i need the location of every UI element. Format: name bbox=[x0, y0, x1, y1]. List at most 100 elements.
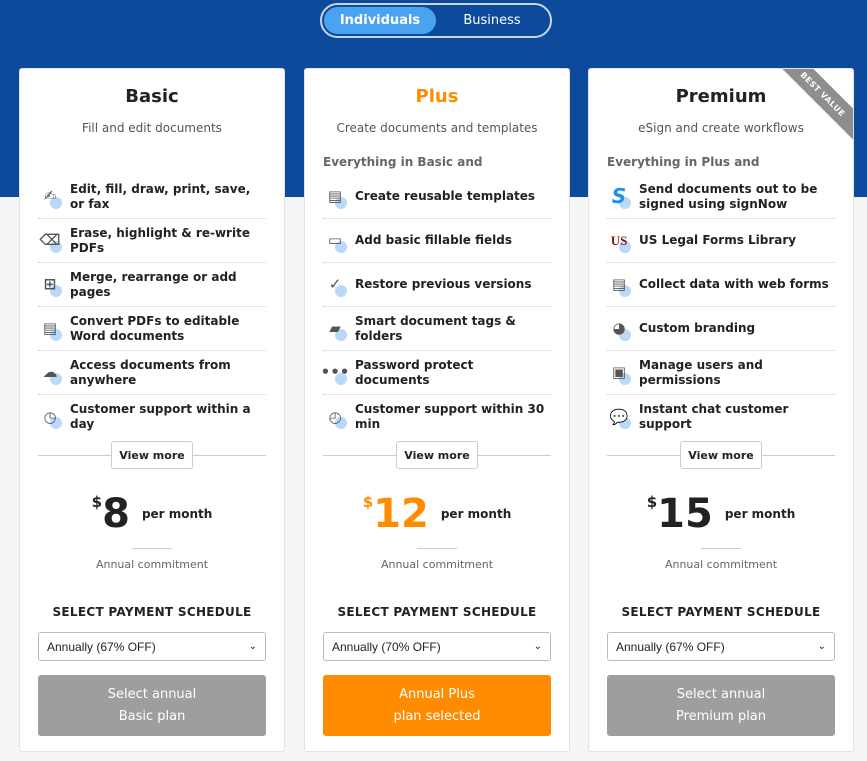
view-more-button[interactable]: View more bbox=[680, 441, 762, 469]
audience-toggle: Individuals Business bbox=[320, 3, 552, 38]
feature-item: ▣ Manage users and permissions bbox=[607, 351, 835, 395]
feature-item: ▤ Create reusable templates bbox=[323, 175, 551, 219]
feature-text: Edit, fill, draw, print, save, or fax bbox=[70, 181, 251, 211]
feature-text: Manage users and permissions bbox=[639, 357, 763, 387]
feature-item: ▤ Convert PDFs to editable Word documents bbox=[38, 307, 266, 351]
clock-icon: ◷ bbox=[38, 405, 62, 429]
view-more-button[interactable]: View more bbox=[111, 441, 193, 469]
signnow-icon: S bbox=[607, 185, 631, 209]
price-amount: 12 bbox=[373, 491, 429, 537]
feature-item: ▤ Collect data with web forms bbox=[607, 263, 835, 307]
add-page-icon: ⊞ bbox=[38, 273, 62, 297]
feature-item: US US Legal Forms Library bbox=[607, 219, 835, 263]
price-period: per month bbox=[141, 507, 213, 521]
divider bbox=[132, 548, 172, 549]
price-period: per month bbox=[724, 507, 796, 521]
stopwatch-icon: ◴ bbox=[323, 405, 347, 429]
cloud-icon: ☁ bbox=[38, 361, 62, 385]
payment-schedule-label: SELECT PAYMENT SCHEDULE bbox=[337, 605, 537, 619]
feature-item: ☁ Access documents from anywhere bbox=[38, 351, 266, 395]
feature-text: Password protect documents bbox=[355, 357, 474, 387]
eraser-icon: ⌫ bbox=[38, 229, 62, 253]
folder-icon: ▰ bbox=[323, 317, 347, 341]
feature-list: S Send documents out to be signed using s… bbox=[607, 175, 835, 439]
web-form-icon: ▤ bbox=[607, 273, 631, 297]
price-amount: 15 bbox=[657, 491, 713, 537]
plan-title: Basic bbox=[125, 86, 179, 107]
payment-schedule-select[interactable]: Annually (67% OFF) ⌄ bbox=[607, 632, 835, 661]
chat-icon: 💬 bbox=[607, 405, 631, 429]
plan-subtitle: eSign and create workflows bbox=[638, 121, 804, 135]
tab-individuals[interactable]: Individuals bbox=[324, 7, 436, 34]
fillable-fields-icon: ▭ bbox=[323, 229, 347, 253]
feature-text: Smart document tags & folders bbox=[355, 313, 516, 343]
feature-text: Instant chat customer support bbox=[639, 402, 789, 431]
feature-item: ◴ Customer support within 30 min bbox=[323, 395, 551, 439]
price: $ 12 per month bbox=[305, 489, 569, 539]
select-plan-button[interactable]: Select annual Basic plan bbox=[38, 675, 266, 736]
feature-text: Customer support within a day bbox=[70, 402, 251, 431]
select-plan-button[interactable]: Annual Plus plan selected bbox=[323, 675, 551, 736]
view-more-button[interactable]: View more bbox=[396, 441, 478, 469]
feature-text: Custom branding bbox=[639, 321, 756, 335]
feature-text: Merge, rearrange or add pages bbox=[70, 269, 237, 299]
signature-icon: ✍ bbox=[38, 185, 62, 209]
feature-item: S Send documents out to be signed using s… bbox=[607, 175, 835, 219]
price-period: per month bbox=[440, 507, 512, 521]
feature-item: ⌫ Erase, highlight & re-write PDFs bbox=[38, 219, 266, 263]
payment-schedule-label: SELECT PAYMENT SCHEDULE bbox=[621, 605, 821, 619]
feature-list: ✍ Edit, fill, draw, print, save, or fax ⌫ E… bbox=[38, 175, 266, 439]
branding-icon: ◕ bbox=[607, 317, 631, 341]
password-icon: ••• bbox=[321, 361, 349, 385]
feature-item: ••• Password protect documents bbox=[321, 351, 551, 395]
commitment-note: Annual commitment bbox=[664, 558, 778, 571]
payment-schedule-select[interactable]: Annually (67% OFF) ⌄ bbox=[38, 632, 266, 661]
chevron-down-icon: ⌄ bbox=[248, 641, 257, 652]
select-plan-button[interactable]: Select annual Premium plan bbox=[607, 675, 835, 736]
plan-card-premium: BEST VALUE Premium eSign and create work… bbox=[588, 68, 854, 752]
commitment-note: Annual commitment bbox=[95, 558, 209, 571]
feature-list: ▤ Create reusable templates ▭ Add basic fil… bbox=[321, 175, 551, 439]
feature-text: Access documents from anywhere bbox=[70, 357, 231, 387]
feature-text: Collect data with web forms bbox=[639, 277, 829, 291]
feature-item: ◷ Customer support within a day bbox=[38, 395, 266, 439]
feature-text: Customer support within 30 min bbox=[355, 402, 545, 431]
price: $ 15 per month bbox=[589, 489, 853, 539]
plan-title: Premium bbox=[675, 86, 767, 107]
selected-schedule: Annually (67% OFF) bbox=[616, 639, 725, 654]
chevron-down-icon: ⌄ bbox=[533, 641, 542, 652]
feature-item: ▰ Smart document tags & folders bbox=[323, 307, 551, 351]
price: $ 8 per month bbox=[20, 489, 284, 539]
user-card-icon: ▣ bbox=[607, 361, 631, 385]
version-history-icon: ✓ bbox=[323, 273, 347, 297]
feature-text: Add basic fillable fields bbox=[355, 233, 512, 247]
feature-text: Send documents out to be signed using si… bbox=[639, 181, 818, 211]
currency-symbol: $ bbox=[362, 493, 374, 511]
plan-card-plus: Plus Create documents and templates Ever… bbox=[304, 68, 570, 752]
price-amount: 8 bbox=[102, 491, 130, 537]
selected-schedule: Annually (70% OFF) bbox=[332, 639, 441, 654]
feature-item: ▭ Add basic fillable fields bbox=[323, 219, 551, 263]
us-legal-forms-icon: US bbox=[607, 229, 631, 253]
payment-schedule-select[interactable]: Annually (70% OFF) ⌄ bbox=[323, 632, 551, 661]
convert-document-icon: ▤ bbox=[38, 317, 62, 341]
template-icon: ▤ bbox=[323, 185, 347, 209]
plan-card-basic: Basic Fill and edit documents ✍ Edit, fil… bbox=[19, 68, 285, 752]
feature-item: ⊞ Merge, rearrange or add pages bbox=[38, 263, 266, 307]
plan-subtitle: Fill and edit documents bbox=[82, 121, 222, 135]
feature-item: 💬 Instant chat customer support bbox=[607, 395, 835, 439]
currency-symbol: $ bbox=[91, 493, 103, 511]
feature-text: US Legal Forms Library bbox=[639, 233, 797, 247]
plan-title: Plus bbox=[415, 86, 459, 107]
currency-symbol: $ bbox=[646, 493, 658, 511]
tab-business[interactable]: Business bbox=[436, 7, 548, 34]
feature-item: ✍ Edit, fill, draw, print, save, or fax bbox=[38, 175, 266, 219]
feature-item: ✓ Restore previous versions bbox=[323, 263, 551, 307]
plan-subtitle: Create documents and templates bbox=[336, 121, 538, 135]
commitment-note: Annual commitment bbox=[380, 558, 494, 571]
feature-item: ◕ Custom branding bbox=[607, 307, 835, 351]
feature-text: Erase, highlight & re-write PDFs bbox=[70, 225, 250, 255]
feature-text: Restore previous versions bbox=[355, 277, 532, 291]
chevron-down-icon: ⌄ bbox=[817, 641, 826, 652]
plan-includes: Everything in Plus and bbox=[607, 155, 760, 169]
